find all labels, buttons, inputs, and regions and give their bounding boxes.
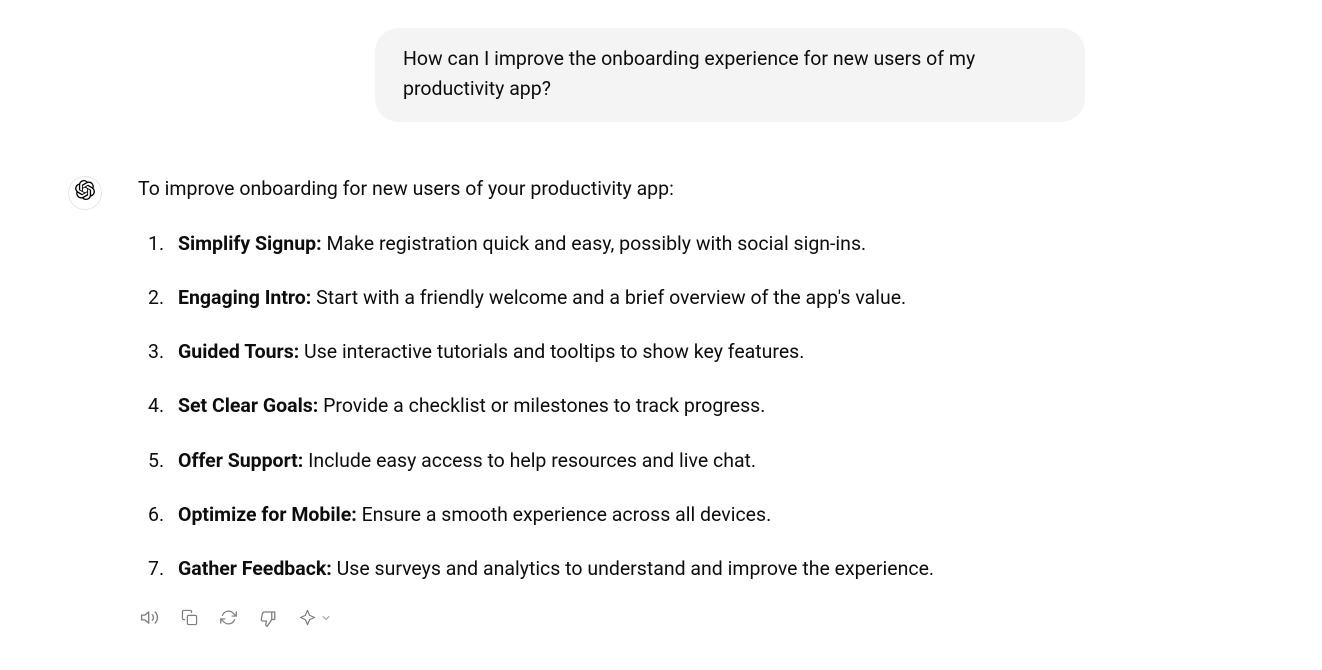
message-actions [138, 608, 934, 630]
user-message-bubble: How can I improve the onboarding experie… [375, 28, 1085, 122]
list-item-title: Engaging Intro: [178, 286, 311, 309]
list-item-text: Include easy access to help resources an… [303, 449, 756, 472]
openai-logo-icon [75, 179, 95, 208]
list-item-title: Optimize for Mobile: [178, 503, 357, 526]
conversation: How can I improve the onboarding experie… [0, 0, 1322, 630]
sparkle-icon [299, 609, 316, 629]
copy-button[interactable] [181, 609, 198, 629]
list-item-title: Offer Support: [178, 449, 303, 472]
regenerate-button[interactable] [220, 609, 237, 629]
speaker-icon [140, 608, 159, 630]
assistant-list: Simplify Signup: Make registration quick… [138, 229, 934, 585]
list-item-text: Use surveys and analytics to understand … [332, 557, 934, 580]
list-item: Guided Tours: Use interactive tutorials … [138, 337, 934, 367]
user-message-row: How can I improve the onboarding experie… [0, 28, 1322, 122]
assistant-message-row: To improve onboarding for new users of y… [0, 174, 1322, 630]
read-aloud-button[interactable] [140, 608, 159, 630]
copy-icon [181, 609, 198, 629]
assistant-avatar [68, 176, 102, 210]
assistant-intro: To improve onboarding for new users of y… [138, 174, 934, 204]
list-item: Set Clear Goals: Provide a checklist or … [138, 391, 934, 421]
list-item-title: Set Clear Goals: [178, 394, 318, 417]
list-item-title: Simplify Signup: [178, 232, 322, 255]
chevron-down-icon [320, 612, 332, 627]
refresh-icon [220, 609, 237, 629]
thumbs-down-icon [259, 609, 277, 630]
list-item: Simplify Signup: Make registration quick… [138, 229, 934, 259]
list-item-text: Make registration quick and easy, possib… [322, 232, 867, 255]
list-item-text: Use interactive tutorials and tooltips t… [299, 340, 804, 363]
bad-response-button[interactable] [259, 609, 277, 630]
list-item: Optimize for Mobile: Ensure a smooth exp… [138, 500, 934, 530]
list-item-text: Start with a friendly welcome and a brie… [311, 286, 906, 309]
assistant-content: To improve onboarding for new users of y… [138, 174, 934, 630]
list-item: Offer Support: Include easy access to he… [138, 446, 934, 476]
list-item-text: Ensure a smooth experience across all de… [357, 503, 771, 526]
list-item: Engaging Intro: Start with a friendly we… [138, 283, 934, 313]
list-item-title: Gather Feedback: [178, 557, 332, 580]
user-message-text: How can I improve the onboarding experie… [403, 47, 975, 100]
list-item-text: Provide a checklist or milestones to tra… [318, 394, 765, 417]
more-actions-button[interactable] [299, 609, 332, 629]
list-item: Gather Feedback: Use surveys and analyti… [138, 554, 934, 584]
list-item-title: Guided Tours: [178, 340, 299, 363]
